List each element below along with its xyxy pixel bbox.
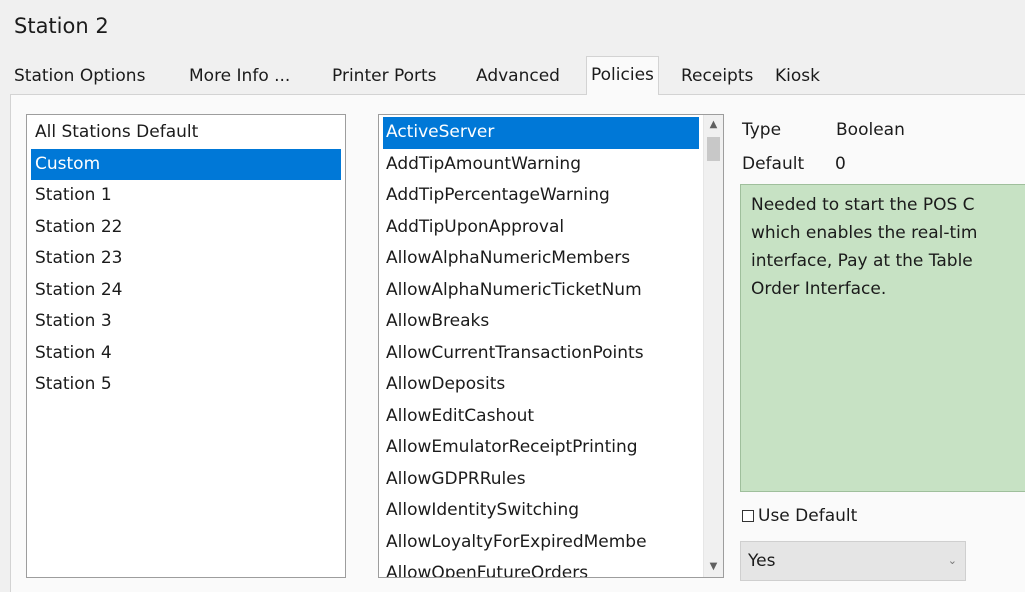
policy-list-item[interactable]: AllowLoyaltyForExpiredMembe <box>383 527 699 559</box>
policy-list-item[interactable]: AddTipUponApproval <box>383 212 699 244</box>
policy-list-item[interactable]: AllowIdentitySwitching <box>383 495 699 527</box>
policy-list-item[interactable]: AllowEmulatorReceiptPrinting <box>383 432 699 464</box>
station-list-item[interactable]: Station 4 <box>31 338 341 370</box>
policy-list-item[interactable]: AllowOpenFutureOrders <box>383 558 699 577</box>
policy-list-item[interactable]: AllowCurrentTransactionPoints <box>383 338 699 370</box>
type-label: Type <box>742 120 782 140</box>
tab-station-options[interactable]: Station Options <box>10 60 149 93</box>
default-value: 0 <box>835 154 846 174</box>
tab-receipts[interactable]: Receipts <box>677 60 757 93</box>
policy-list-item[interactable]: AllowAlphaNumericTicketNum <box>383 275 699 307</box>
station-list-item[interactable]: Station 5 <box>31 369 341 401</box>
policy-list-item[interactable]: ActiveServer <box>383 117 699 149</box>
policy-list-item[interactable]: AddTipAmountWarning <box>383 149 699 181</box>
policy-list-item[interactable]: AllowGDPRRules <box>383 464 699 496</box>
station-list-item[interactable]: Station 22 <box>31 212 341 244</box>
scroll-thumb[interactable] <box>707 137 720 161</box>
tab-kiosk[interactable]: Kiosk <box>771 60 824 93</box>
policy-list-item[interactable]: AllowEditCashout <box>383 401 699 433</box>
scroll-down-icon[interactable]: ▼ <box>704 557 723 577</box>
policy-list[interactable]: ActiveServer AddTipAmountWarning AddTipPer… <box>378 114 724 578</box>
station-list-item[interactable]: Station 3 <box>31 306 341 338</box>
type-value: Boolean <box>836 120 905 140</box>
station-list-item[interactable]: All Stations Default <box>31 117 341 149</box>
station-list-item[interactable]: Station 23 <box>31 243 341 275</box>
station-list-item[interactable]: Station 24 <box>31 275 341 307</box>
chevron-down-icon: ⌄ <box>947 554 957 567</box>
tab-strip: Station Options More Info ... Printer Po… <box>10 56 1025 95</box>
station-list-item[interactable]: Custom <box>31 148 341 180</box>
use-default-checkbox-row[interactable]: Use Default <box>742 506 857 526</box>
tab-printer-ports[interactable]: Printer Ports <box>328 60 441 93</box>
default-label: Default <box>742 154 805 174</box>
use-default-label: Use Default <box>758 506 858 526</box>
policy-value-selected: Yes <box>748 551 776 571</box>
scroll-up-icon[interactable]: ▲ <box>704 115 723 135</box>
policy-list-scrollbar[interactable]: ▲ ▼ <box>703 115 723 577</box>
policy-list-item[interactable]: AllowBreaks <box>383 306 699 338</box>
tab-advanced[interactable]: Advanced <box>472 60 564 93</box>
policy-list-item[interactable]: AllowDeposits <box>383 369 699 401</box>
policy-list-item[interactable]: AllowAlphaNumericMembers <box>383 243 699 275</box>
tab-more-info[interactable]: More Info ... <box>185 60 294 93</box>
station-list-item[interactable]: Station 1 <box>31 180 341 212</box>
policy-value-select[interactable]: Yes ⌄ <box>740 541 966 581</box>
tab-policies[interactable]: Policies <box>586 56 659 95</box>
station-list[interactable]: All Stations Default Custom Station 1 Stati… <box>26 114 346 578</box>
use-default-checkbox[interactable] <box>742 510 754 522</box>
policy-description: Needed to start the POS C which enables … <box>740 184 1025 492</box>
window-title: Station 2 <box>14 14 109 38</box>
policy-list-item[interactable]: AddTipPercentageWarning <box>383 180 699 212</box>
